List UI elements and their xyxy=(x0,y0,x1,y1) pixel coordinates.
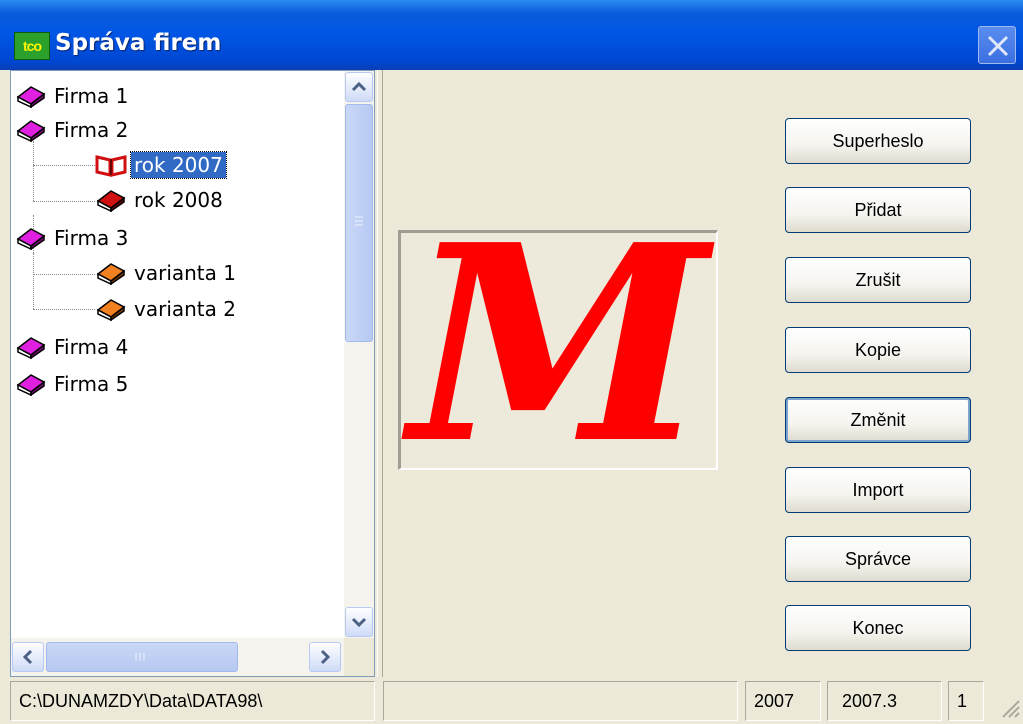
tree-item-label: rok 2007 xyxy=(130,151,227,179)
zmenit-button[interactable]: Změnit xyxy=(785,397,971,443)
scroll-right-button[interactable] xyxy=(309,642,341,672)
logo-letter: M xyxy=(409,185,708,503)
tree-item-label: Firma 2 xyxy=(54,118,129,142)
status-version: 2007.3 xyxy=(827,681,942,721)
tree-item[interactable]: Firma 2 xyxy=(15,113,131,147)
close-button[interactable] xyxy=(978,26,1016,64)
horizontal-scroll-thumb[interactable] xyxy=(46,642,238,672)
tree-item[interactable]: Firma 1 xyxy=(15,79,131,113)
chevron-down-icon xyxy=(351,617,367,628)
import-button[interactable]: Import xyxy=(785,467,971,513)
tree-connector xyxy=(33,141,34,201)
book-closed-magenta-icon xyxy=(16,337,46,359)
tree-item-label: varianta 2 xyxy=(134,297,236,321)
book-closed-magenta-icon xyxy=(16,228,46,250)
pridat-button[interactable]: Přidat xyxy=(785,187,971,233)
tree-item[interactable]: varianta 1 xyxy=(95,256,239,290)
tree-item[interactable]: rok 2008 xyxy=(95,183,226,217)
tree-item-label: rok 2008 xyxy=(134,188,223,212)
tree-item-label: Firma 1 xyxy=(54,84,129,108)
scroll-down-button[interactable] xyxy=(345,607,373,637)
tree-connector xyxy=(33,201,95,202)
chevron-right-icon xyxy=(320,649,331,665)
close-icon xyxy=(987,35,1009,57)
grip-icon xyxy=(135,653,145,661)
spravce-button[interactable]: Správce xyxy=(785,536,971,582)
tree-item[interactable]: rok 2007 xyxy=(95,148,227,182)
konec-button[interactable]: Konec xyxy=(785,605,971,651)
panel-splitter[interactable] xyxy=(377,70,383,677)
scroll-left-button[interactable] xyxy=(12,642,44,672)
scroll-up-button[interactable] xyxy=(345,72,373,102)
tree-item-label: Firma 3 xyxy=(54,226,129,250)
status-path: C:\DUNAMZDY\Data\DATA98\ xyxy=(10,681,375,721)
scrollbar-corner xyxy=(344,638,374,676)
book-open-red-icon xyxy=(95,155,127,177)
logo-panel: M xyxy=(398,209,718,479)
scroll-thumb[interactable] xyxy=(345,104,373,342)
status-year: 2007 xyxy=(745,681,821,721)
tree-item-label: varianta 1 xyxy=(134,261,236,285)
grip-icon xyxy=(355,216,363,226)
tree-item[interactable]: Firma 5 xyxy=(15,367,131,401)
tree-vertical-scrollbar[interactable] xyxy=(344,71,374,638)
tree-item-label: Firma 5 xyxy=(54,372,129,396)
book-closed-magenta-icon xyxy=(16,374,46,396)
chevron-up-icon xyxy=(351,81,367,92)
tree-connector xyxy=(33,274,95,275)
company-tree[interactable]: Firma 1 Firma 2 rok 2007 rok 2008 Firma … xyxy=(10,70,375,677)
tree-connector xyxy=(33,253,34,309)
tree-connector xyxy=(33,165,95,166)
tree-item-label: Firma 4 xyxy=(54,335,129,359)
book-closed-orange-icon xyxy=(96,263,126,285)
title-bar[interactable]: tco Správa firem xyxy=(0,0,1023,70)
resize-grip-icon[interactable] xyxy=(998,696,1020,718)
status-empty xyxy=(383,681,738,721)
app-icon: tco xyxy=(14,32,50,60)
book-closed-orange-icon xyxy=(96,299,126,321)
tree-item[interactable]: Firma 3 xyxy=(15,221,131,255)
status-number: 1 xyxy=(948,681,984,721)
book-closed-red-icon xyxy=(96,190,126,212)
chevron-left-icon xyxy=(22,649,33,665)
zrusit-button[interactable]: Zrušit xyxy=(785,257,971,303)
kopie-button[interactable]: Kopie xyxy=(785,327,971,373)
superheslo-button[interactable]: Superheslo xyxy=(785,118,971,164)
tree-item[interactable]: Firma 4 xyxy=(15,330,131,364)
window-title: Správa firem xyxy=(55,30,222,56)
book-closed-magenta-icon xyxy=(16,86,46,108)
tree-item[interactable]: varianta 2 xyxy=(95,292,239,326)
tree-horizontal-scrollbar[interactable] xyxy=(11,638,344,676)
tree-connector xyxy=(33,309,95,310)
book-closed-magenta-icon xyxy=(16,120,46,142)
